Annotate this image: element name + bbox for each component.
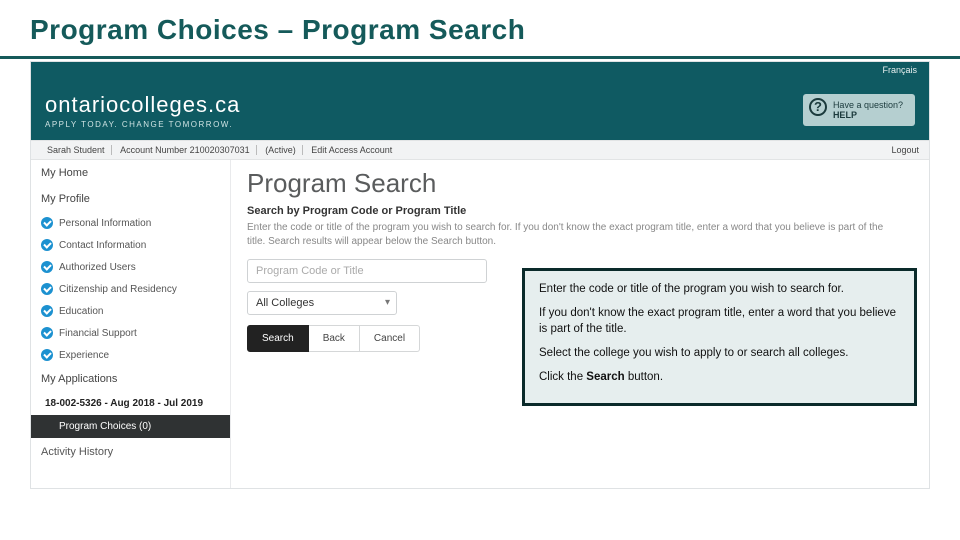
search-subheading: Search by Program Code or Program Title bbox=[247, 205, 913, 217]
sidebar-item-label: Personal Information bbox=[59, 218, 151, 229]
sidebar-item-label: Authorized Users bbox=[59, 262, 136, 273]
screenshot-frame: Français ontariocolleges.ca APPLY TODAY.… bbox=[30, 61, 930, 489]
edit-access-link[interactable]: Edit Access Account bbox=[305, 145, 398, 155]
sidebar-item-experience[interactable]: Experience bbox=[31, 344, 230, 366]
check-icon bbox=[41, 217, 53, 229]
sidebar-item-authorized-users[interactable]: Authorized Users bbox=[31, 256, 230, 278]
sidebar-activity-history[interactable]: Activity History bbox=[31, 438, 230, 466]
sidebar: My Home My Profile Personal Information … bbox=[31, 160, 231, 488]
help-button[interactable]: ? Have a question? HELP bbox=[803, 94, 915, 126]
callout-line: Enter the code or title of the program y… bbox=[539, 281, 900, 297]
sidebar-program-choices[interactable]: Program Choices (0) bbox=[31, 415, 230, 438]
site-tagline: APPLY TODAY. CHANGE TOMORROW. bbox=[45, 120, 240, 129]
lang-link-francais[interactable]: Français bbox=[882, 65, 917, 75]
slide-title: Program Choices – Program Search bbox=[0, 0, 960, 59]
back-button[interactable]: Back bbox=[309, 325, 360, 352]
search-description: Enter the code or title of the program y… bbox=[247, 221, 887, 249]
check-icon bbox=[41, 239, 53, 251]
sidebar-item-citizenship[interactable]: Citizenship and Residency bbox=[31, 278, 230, 300]
help-line1: Have a question? bbox=[833, 100, 903, 110]
sidebar-my-applications[interactable]: My Applications bbox=[31, 366, 230, 392]
sidebar-item-label: Education bbox=[59, 306, 103, 317]
sidebar-my-profile[interactable]: My Profile bbox=[31, 186, 230, 212]
account-status: (Active) bbox=[259, 145, 303, 155]
sidebar-item-financial-support[interactable]: Financial Support bbox=[31, 322, 230, 344]
sidebar-item-label: Contact Information bbox=[59, 240, 146, 251]
sidebar-item-education[interactable]: Education bbox=[31, 300, 230, 322]
sidebar-item-contact-info[interactable]: Contact Information bbox=[31, 234, 230, 256]
program-code-input[interactable]: Program Code or Title bbox=[247, 259, 487, 283]
application-number[interactable]: 18-002-5326 - Aug 2018 - Jul 2019 bbox=[31, 392, 230, 415]
help-line2: HELP bbox=[833, 110, 903, 120]
check-icon bbox=[41, 305, 53, 317]
callout-line: If you don't know the exact program titl… bbox=[539, 305, 900, 337]
page-title: Program Search bbox=[247, 168, 913, 199]
logout-link[interactable]: Logout bbox=[891, 145, 919, 155]
question-mark-icon: ? bbox=[809, 98, 827, 116]
cancel-button[interactable]: Cancel bbox=[360, 325, 420, 352]
language-bar: Français bbox=[31, 62, 929, 80]
brand-bar: ontariocolleges.ca APPLY TODAY. CHANGE T… bbox=[31, 80, 929, 140]
sidebar-item-label: Experience bbox=[59, 350, 109, 361]
check-icon bbox=[41, 349, 53, 361]
user-name: Sarah Student bbox=[41, 145, 112, 155]
check-icon bbox=[41, 261, 53, 273]
sidebar-item-personal-info[interactable]: Personal Information bbox=[31, 212, 230, 234]
sidebar-item-label: Financial Support bbox=[59, 328, 137, 339]
callout-line: Click the Search button. bbox=[539, 369, 900, 385]
callout-line: Select the college you wish to apply to … bbox=[539, 345, 900, 361]
search-button[interactable]: Search bbox=[247, 325, 309, 352]
user-bar: Sarah Student Account Number 21002030703… bbox=[31, 140, 929, 160]
sidebar-item-label: Citizenship and Residency bbox=[59, 284, 177, 295]
check-icon bbox=[41, 283, 53, 295]
sidebar-my-home[interactable]: My Home bbox=[31, 160, 230, 186]
site-logo-text: ontariocolleges.ca bbox=[45, 92, 240, 118]
check-icon bbox=[41, 327, 53, 339]
instruction-callout: Enter the code or title of the program y… bbox=[522, 268, 917, 406]
account-number: Account Number 210020307031 bbox=[114, 145, 257, 155]
college-select[interactable]: All Colleges bbox=[247, 291, 397, 315]
